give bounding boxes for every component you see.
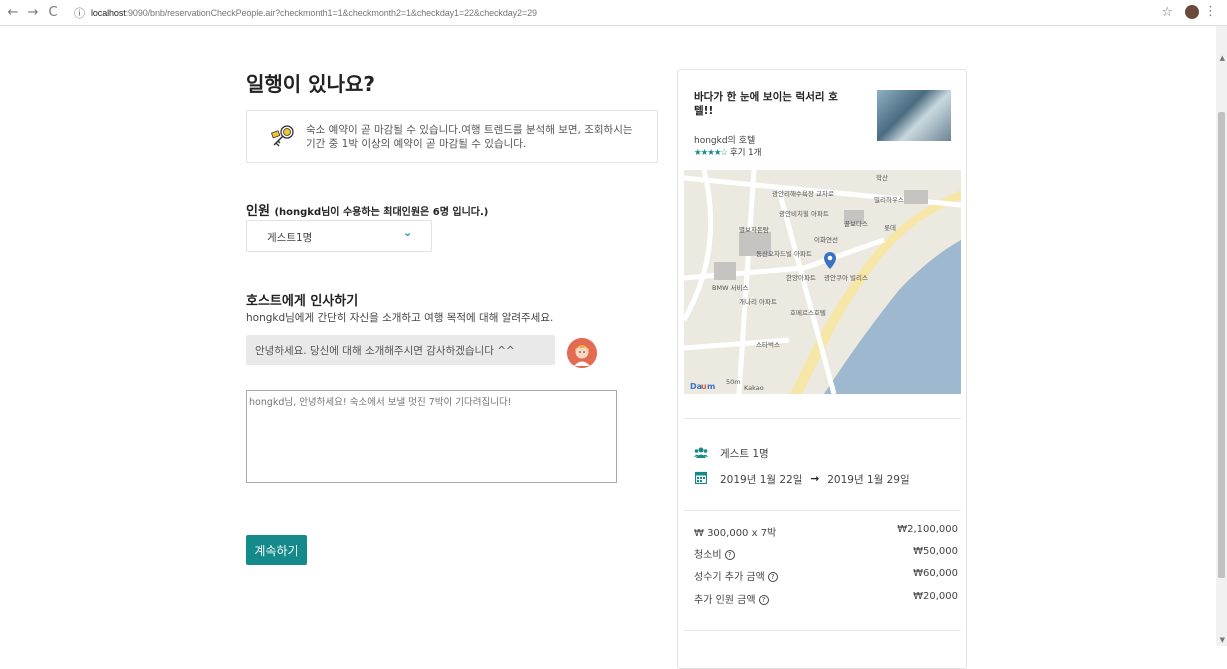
help-icon[interactable]: ? [767, 572, 778, 582]
section-divider [684, 418, 961, 419]
booking-notice: 숙소 예약이 곧 마감될 수 있습니다.여행 트렌드를 분석해 보면, 조회하시… [246, 110, 658, 163]
reload-icon[interactable]: C [46, 5, 60, 20]
host-greeting-heading: 호스트에게 인사하기 [246, 294, 359, 309]
map-label: 이화연선 [814, 235, 838, 244]
price-row-nightly: ₩ 300,000 x 7박 ₩2,100,000 [694, 524, 958, 539]
url-host: localhost [91, 7, 126, 18]
max-guests-note: (hongkd님이 수용하는 최대인원은 6명 입니다.) [274, 207, 489, 218]
location-map[interactable]: 광안리해수욕장 교차로 광안비치힐 아파트 별보자돈탐 동산오차드빌 아파트 한… [684, 170, 961, 394]
price-amount: ₩50,000 [913, 546, 958, 557]
listing-summary-card: 바다가 한 눈에 보이는 럭서리 호텔!! hongkd의 호텔 ★★★★☆ 후… [677, 69, 967, 669]
calendar-icon [694, 471, 708, 487]
guest-count-select[interactable]: 게스트1명 ⌄ [246, 220, 432, 252]
listing-host: hongkd의 호텔 [694, 136, 756, 146]
forward-icon[interactable]: → [26, 5, 40, 20]
host-message-textarea[interactable] [246, 390, 617, 483]
map-label: 개나리 아파트 [739, 297, 777, 306]
review-count: 후기 1개 [729, 148, 762, 158]
section-divider [684, 630, 961, 631]
price-label: 성수기 추가 금액 [694, 572, 765, 583]
page-scrollbar[interactable]: ▲ ▼ [1216, 26, 1227, 646]
map-label: 동산오차드빌 아파트 [756, 249, 812, 258]
scroll-up-arrow-icon[interactable]: ▲ [1220, 54, 1225, 62]
price-row-cleaning: 청소비? ₩50,000 [694, 546, 958, 561]
check-in-date: 2019년 1월 22일 [720, 473, 803, 486]
map-label: BMW 서비스 [712, 283, 749, 292]
map-label: 50m [726, 378, 741, 386]
map-label: 별보자돈탐 [739, 225, 769, 234]
bookmark-star-icon[interactable]: ☆ [1161, 5, 1173, 20]
price-amount: ₩2,100,000 [897, 524, 958, 535]
listing-thumbnail[interactable] [877, 90, 951, 141]
host-message-text: 안녕하세요. 당신에 대해 소개해주시면 감사하겠습니다 ^^ [255, 345, 515, 357]
price-row-extra-guest: 추가 인원 금액? ₩20,000 [694, 591, 958, 606]
check-out-date: 2019년 1월 29일 [827, 473, 910, 486]
url-path: :9090/bnb/reservationCheckPeople.air?che… [125, 7, 537, 18]
arrow-right-icon: → [810, 473, 820, 485]
map-label: Kakao [744, 384, 764, 392]
guest-summary-text: 게스트 1명 [720, 448, 769, 460]
continue-button[interactable]: 계속하기 [246, 535, 307, 565]
map-label: 광안비치힐 아파트 [779, 209, 829, 218]
price-label: 청소비 [694, 550, 722, 561]
chevron-down-icon: ⌄ [403, 226, 413, 239]
clock-key-icon [270, 125, 294, 147]
notice-text: 숙소 예약이 곧 마감될 수 있습니다.여행 트렌드를 분석해 보면, 조회하시… [306, 124, 633, 150]
scroll-thumb[interactable] [1218, 112, 1225, 578]
back-icon[interactable]: ← [6, 5, 20, 20]
menu-kebab-icon[interactable]: ⋮ [1204, 4, 1217, 19]
svg-text:m: m [707, 382, 715, 391]
map-label: 호메르스호텔 [790, 309, 826, 317]
host-avatar [567, 338, 597, 368]
map-label: 광안리해수욕장 교차로 [772, 189, 834, 198]
guest-count-value: 게스트1명 [267, 232, 313, 244]
host-greeting-description: hongkd님에게 간단히 자신을 소개하고 여행 목적에 대해 알려주세요. [246, 312, 554, 324]
help-icon[interactable]: ? [758, 595, 769, 605]
guest-heading: 인원 (hongkd님이 수용하는 최대인원은 6명 입니다.) [246, 200, 488, 219]
map-label: 롯데 [884, 224, 896, 232]
map-label: 밀리하우스 [874, 195, 904, 204]
price-label: ₩ 300,000 x 7박 [694, 528, 777, 539]
price-label: 추가 인원 금액 [694, 595, 756, 606]
rating-stars: ★★★★☆ [694, 148, 728, 158]
price-amount: ₩20,000 [913, 591, 958, 602]
profile-avatar[interactable] [1185, 5, 1199, 19]
price-amount: ₩60,000 [913, 568, 958, 579]
page-title: 일행이 있나요? [246, 72, 375, 96]
map-label: 광안쿠아 빌리스 [824, 273, 868, 282]
scroll-down-arrow-icon[interactable]: ▼ [1220, 636, 1225, 644]
date-summary-row: 2019년 1월 22일 → 2019년 1월 29일 [694, 471, 910, 487]
info-icon[interactable]: ⓘ [74, 5, 85, 21]
guest-summary-row: 게스트 1명 [694, 446, 769, 461]
price-row-peak-season: 성수기 추가 금액? ₩60,000 [694, 568, 958, 583]
browser-toolbar: ← → C ⓘ localhost:9090/bnb/reservationCh… [0, 0, 1227, 26]
map-label: 꿀보다스 [844, 219, 868, 228]
map-label: 학산 [876, 173, 888, 182]
section-divider [684, 510, 961, 511]
address-bar[interactable]: localhost:9090/bnb/reservationCheckPeopl… [91, 8, 537, 18]
map-label: 스타벅스 [756, 340, 780, 349]
listing-rating: ★★★★☆ 후기 1개 [694, 146, 761, 158]
users-icon [694, 447, 708, 461]
help-icon[interactable]: ? [724, 550, 735, 560]
listing-title: 바다가 한 눈에 보이는 럭서리 호텔!! [694, 91, 838, 117]
map-label: 한양아파트 [786, 273, 816, 282]
host-message-bubble: 안녕하세요. 당신에 대해 소개해주시면 감사하겠습니다 ^^ [246, 335, 555, 365]
guest-heading-label: 인원 [246, 204, 270, 219]
daum-logo: Da u m [690, 382, 715, 391]
